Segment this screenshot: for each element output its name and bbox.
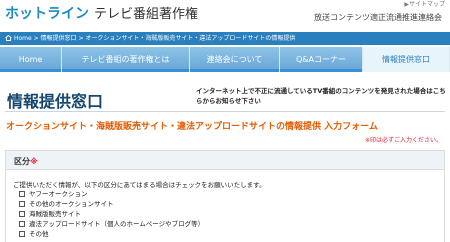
tab-about[interactable]: 連絡会について [190,47,280,72]
option-illegal-upload[interactable]: 違法アップロードサイト（個人のホームページやブログ等） [19,220,204,229]
section-label: 区分※ [14,157,38,166]
divider [5,111,445,112]
organization-name: 放送コンテンツ適正流通推進連絡会 [314,13,442,22]
option-pirate-sales[interactable]: 海賊版販売サイト [19,210,81,219]
sitemap-link[interactable]: ▶サイトマップ [404,0,445,8]
option-yahoo-auction[interactable]: ヤフーオークション [19,190,88,199]
option-other[interactable]: その他 [19,230,49,239]
tab-qa[interactable]: Q&Aコーナー [280,47,363,72]
main-nav: Home テレビ番組の著作権とは 連絡会について Q&Aコーナー 情報提供窓口 [0,47,450,72]
page-note: インターネット上で不正に流通しているTV番組のコンテンツを発見された場合はこちら… [196,87,446,105]
option-other-auction[interactable]: その他のオークションサイト [19,200,114,209]
checkbox[interactable] [19,201,25,207]
checkbox[interactable] [19,221,25,227]
brand-sub: テレビ番組著作権 [94,7,199,22]
home-icon [5,33,12,41]
breadcrumb-text[interactable]: Home > 情報提供窓口 > オークションサイト・海賊版販売サイト・違法アップ… [14,35,295,42]
checkbox[interactable] [19,211,25,217]
brand-main: ホットライン [5,6,89,22]
form-heading: オークションサイト・海賊版販売サイト・違法アップロードサイトの情報提供 入力フォ… [6,122,378,132]
required-mark: ※ [30,157,38,166]
section-instruction: ご提供いただく情報が、以下の区分にあてはまる場合はチェックをお願いいたします。 [13,181,266,189]
tab-home[interactable]: Home [0,47,62,72]
required-note: ※印は必ずご入力ください。 [364,137,442,144]
page-title: 情報提供窓口 [7,92,104,111]
checkbox[interactable] [19,191,25,197]
breadcrumb: Home > 情報提供窓口 > オークションサイト・海賊版販売サイト・違法アップ… [0,32,450,45]
tab-info-window[interactable]: 情報提供窓口 [363,47,450,72]
checkbox[interactable] [19,231,25,237]
section-header: 区分※ [6,151,444,170]
tab-copyright[interactable]: テレビ番組の著作権とは [62,47,190,72]
site-logo[interactable]: ホットライン テレビ番組著作権 [5,5,198,24]
site-header: ホットライン テレビ番組著作権 ▶サイトマップ 放送コンテンツ適正流通推進連絡会 [0,0,450,30]
